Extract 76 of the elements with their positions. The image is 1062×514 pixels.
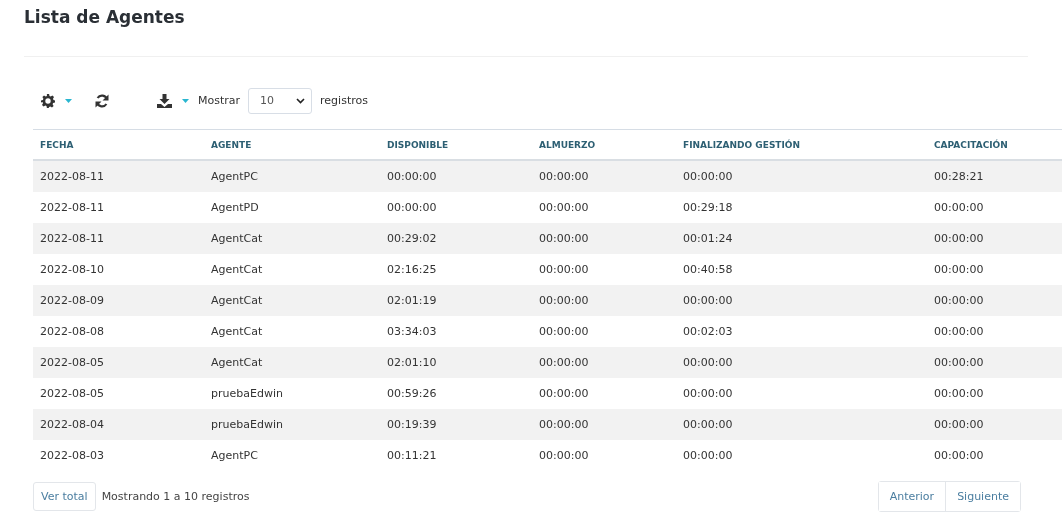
table-cell: 00:00:00 <box>927 223 1062 254</box>
table-cell: 2022-08-08 <box>33 316 204 347</box>
table-cell: 2022-08-11 <box>33 192 204 223</box>
table-cell: 00:00:00 <box>676 160 927 192</box>
table-cell: 00:00:00 <box>532 223 676 254</box>
table-cell: 00:00:00 <box>927 409 1062 440</box>
table-cell: 02:16:25 <box>380 254 532 285</box>
table-cell: 00:02:03 <box>676 316 927 347</box>
refresh-icon <box>94 92 110 109</box>
caret-icon <box>65 98 72 103</box>
table-cell: 00:29:02 <box>380 223 532 254</box>
table-cell: 00:00:00 <box>380 192 532 223</box>
table-cell: 2022-08-05 <box>33 347 204 378</box>
pagination-button[interactable]: Siguiente <box>945 482 1020 511</box>
table-cell: AgentPC <box>204 160 380 192</box>
table-cell: 00:00:00 <box>532 409 676 440</box>
table-cell: 2022-08-03 <box>33 440 204 471</box>
table-cell: 00:19:39 <box>380 409 532 440</box>
table-cell: AgentPD <box>204 192 380 223</box>
table-cell: 00:00:00 <box>676 409 927 440</box>
table-cell: 2022-08-10 <box>33 254 204 285</box>
table-cell: 00:00:00 <box>380 160 532 192</box>
table-cell: 00:28:21 <box>927 160 1062 192</box>
table-cell: 2022-08-09 <box>33 285 204 316</box>
table-cell: 2022-08-04 <box>33 409 204 440</box>
table-cell: 00:40:58 <box>676 254 927 285</box>
page-title: Lista de Agentes <box>24 6 186 29</box>
settings-button[interactable] <box>40 92 72 109</box>
table-cell: 00:00:00 <box>676 347 927 378</box>
table-cell: 00:00:00 <box>927 285 1062 316</box>
settings-icon <box>40 92 56 109</box>
table-cell: 00:00:00 <box>676 285 927 316</box>
table-cell: 00:00:00 <box>927 254 1062 285</box>
table-cell: 00:59:26 <box>380 378 532 409</box>
table-cell: pruebaEdwin <box>204 409 380 440</box>
table-cell: AgentCat <box>204 254 380 285</box>
table-cell: 00:00:00 <box>532 378 676 409</box>
table-cell: 00:01:24 <box>676 223 927 254</box>
table-cell: 00:00:00 <box>927 192 1062 223</box>
page-size-select[interactable]: 10 <box>248 87 313 114</box>
refresh-button[interactable] <box>94 92 110 109</box>
table-cell: 2022-08-05 <box>33 378 204 409</box>
table-cell: 00:00:00 <box>532 160 676 192</box>
table-cell: 00:00:00 <box>927 316 1062 347</box>
chevron-icon <box>296 97 306 104</box>
download-button[interactable] <box>156 92 189 109</box>
table-cell: 00:00:00 <box>532 285 676 316</box>
table-cell: 00:00:00 <box>927 440 1062 471</box>
table-cell: 03:34:03 <box>380 316 532 347</box>
table-cell: 00:00:00 <box>927 347 1062 378</box>
table-cell: 00:29:18 <box>676 192 927 223</box>
records-info: Mostrando 1 a 10 registros <box>101 490 250 503</box>
table-cell: 00:00:00 <box>676 378 927 409</box>
table-cell: AgentCat <box>204 285 380 316</box>
table-cell: AgentCat <box>204 316 380 347</box>
table-cell: 2022-08-11 <box>33 223 204 254</box>
table-cell: AgentCat <box>204 223 380 254</box>
table-cell: pruebaEdwin <box>204 378 380 409</box>
table-cell: 02:01:10 <box>380 347 532 378</box>
table-cell: 00:00:00 <box>532 192 676 223</box>
download-icon <box>156 92 173 109</box>
records-label: registros <box>320 94 368 107</box>
show-label: Mostrar <box>198 94 241 107</box>
table-cell: AgentPC <box>204 440 380 471</box>
table-cell: 00:00:00 <box>532 347 676 378</box>
table-cell: 00:11:21 <box>380 440 532 471</box>
table-cell: 00:00:00 <box>927 378 1062 409</box>
table-cell: 00:00:00 <box>532 316 676 347</box>
caret-icon <box>182 98 189 103</box>
table-cell: AgentCat <box>204 347 380 378</box>
table-cell: 00:00:00 <box>532 440 676 471</box>
table-cell: 00:00:00 <box>676 440 927 471</box>
table-cell: 02:01:19 <box>380 285 532 316</box>
view-total-button[interactable]: Ver total <box>33 482 96 511</box>
table-cell: 00:00:00 <box>532 254 676 285</box>
table-cell: 2022-08-11 <box>33 160 204 192</box>
